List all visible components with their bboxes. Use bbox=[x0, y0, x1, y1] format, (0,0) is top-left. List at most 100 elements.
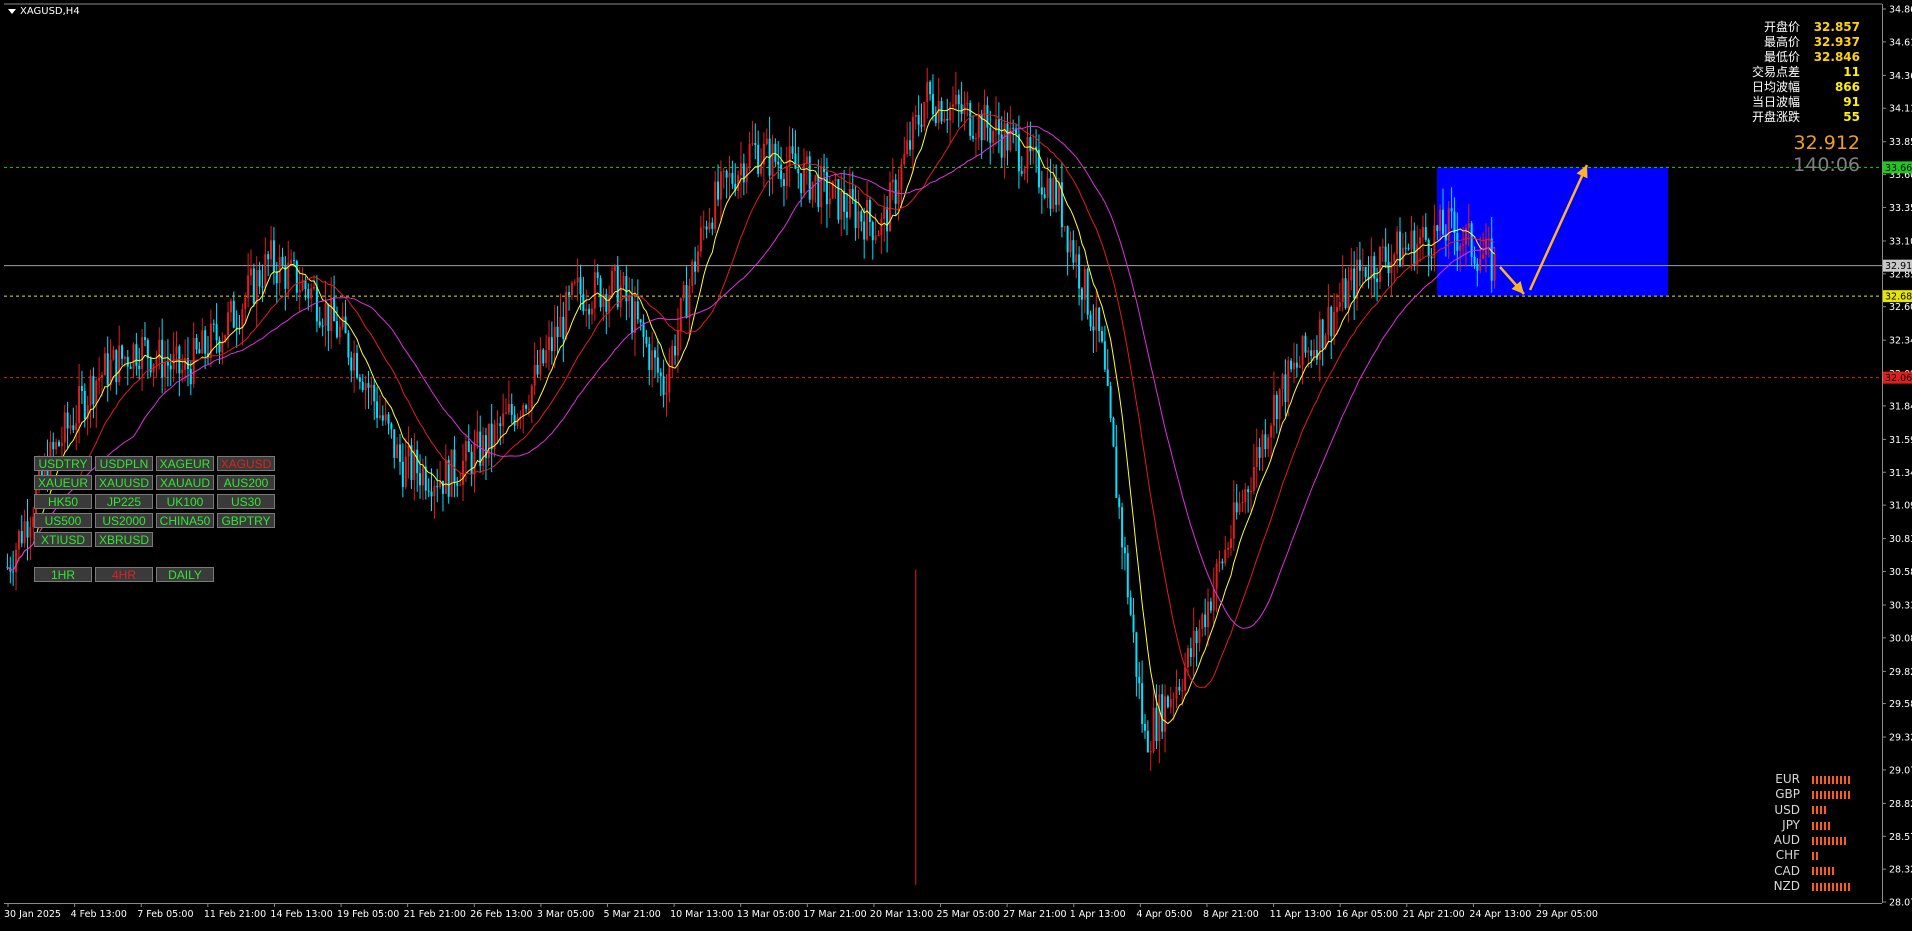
candle-body bbox=[1275, 394, 1278, 420]
symbol-button-uk100[interactable]: UK100 bbox=[156, 494, 214, 509]
currency-strength-meter: EUR GBP USD JPY AUD CHF CAD NZD bbox=[1770, 772, 1850, 894]
candle-body bbox=[115, 349, 118, 383]
candle-body bbox=[1467, 223, 1470, 229]
candle-body bbox=[1189, 648, 1192, 657]
candle-body bbox=[52, 442, 55, 450]
candle-body bbox=[227, 312, 230, 336]
price-tick-label: 28.570 bbox=[1889, 832, 1912, 843]
candle-body bbox=[636, 301, 639, 320]
candle-body bbox=[771, 143, 774, 176]
candle-body bbox=[72, 425, 75, 430]
candle-body bbox=[742, 163, 745, 183]
candle-body bbox=[1479, 258, 1482, 271]
symbol-button-xbrusd[interactable]: XBRUSD bbox=[95, 532, 153, 547]
symbol-button-xauaud[interactable]: XAUAUD bbox=[156, 475, 214, 490]
candle-body bbox=[917, 114, 920, 125]
strength-bar bbox=[1848, 775, 1850, 784]
caret-down-icon[interactable] bbox=[8, 8, 16, 14]
candle-body bbox=[539, 349, 542, 375]
candle-body bbox=[611, 270, 614, 296]
symbol-button-china50[interactable]: CHINA50 bbox=[156, 513, 214, 528]
candle-body bbox=[462, 460, 465, 485]
candle-body bbox=[920, 124, 923, 127]
symbol-button-xtiusd[interactable]: XTIUSD bbox=[34, 532, 92, 547]
candle-body bbox=[1453, 211, 1456, 233]
candle-body bbox=[711, 222, 714, 229]
candle-body bbox=[1404, 247, 1407, 249]
price-tick-label: 33.100 bbox=[1889, 236, 1912, 247]
candle-body bbox=[983, 105, 986, 141]
strength-bar bbox=[1844, 775, 1846, 784]
symbol-button-xaueur[interactable]: XAUEUR bbox=[34, 475, 92, 490]
time-tick-label: 21 Apr 21:00 bbox=[1403, 909, 1465, 920]
candle-body bbox=[1361, 266, 1364, 271]
symbol-button-xagusd[interactable]: XAGUSD bbox=[217, 456, 275, 471]
strength-bar bbox=[1816, 821, 1818, 830]
symbol-button-xageur[interactable]: XAGEUR bbox=[156, 456, 214, 471]
candle-body bbox=[1301, 335, 1304, 366]
candle-body bbox=[1258, 447, 1261, 458]
price-chart[interactable]: 34.86534.61534.36034.11033.85533.60533.3… bbox=[0, 0, 1912, 927]
timeframe-button-1hr[interactable]: 1HR bbox=[34, 567, 92, 582]
strength-bar bbox=[1832, 882, 1834, 891]
symbol-button-xauusd[interactable]: XAUUSD bbox=[95, 475, 153, 490]
price-tick-label: 30.080 bbox=[1889, 633, 1912, 644]
symbol-button-hk50[interactable]: HK50 bbox=[34, 494, 92, 509]
candle-body bbox=[1255, 447, 1258, 468]
candle-body bbox=[1358, 259, 1361, 271]
candle-body bbox=[370, 384, 373, 388]
candle-body bbox=[401, 461, 404, 488]
symbol-button-aus200[interactable]: AUS200 bbox=[217, 475, 275, 490]
strength-bar bbox=[1828, 836, 1830, 845]
candle-body bbox=[828, 198, 831, 205]
candle-body bbox=[897, 189, 900, 204]
candle-body bbox=[1232, 502, 1235, 539]
candle-body bbox=[613, 265, 616, 271]
candle-body bbox=[888, 182, 891, 232]
strength-bar bbox=[1820, 882, 1822, 891]
symbol-button-us30[interactable]: US30 bbox=[217, 494, 275, 509]
symbol-button-usdpln[interactable]: USDPLN bbox=[95, 456, 153, 471]
candle-body bbox=[696, 251, 699, 272]
candle-body bbox=[249, 268, 252, 276]
candle-body bbox=[1118, 497, 1121, 508]
strength-bars bbox=[1812, 806, 1826, 815]
strength-bar bbox=[1832, 867, 1834, 876]
candle-body bbox=[1284, 374, 1287, 402]
timeframe-button-daily[interactable]: DAILY bbox=[156, 567, 214, 582]
candle-body bbox=[121, 345, 124, 359]
time-tick-label: 11 Feb 21:00 bbox=[204, 909, 266, 920]
symbol-button-gbptry[interactable]: GBPTRY bbox=[217, 513, 275, 528]
chart-window[interactable]: 34.86534.61534.36034.11033.85533.60533.3… bbox=[0, 0, 1912, 927]
candle-body bbox=[212, 323, 215, 325]
candle-body bbox=[1413, 230, 1416, 266]
candle-body bbox=[562, 316, 565, 339]
candle-body bbox=[780, 164, 783, 180]
symbol-button-jp225[interactable]: JP225 bbox=[95, 494, 153, 509]
candle-body bbox=[814, 175, 817, 182]
strength-bar bbox=[1812, 882, 1814, 891]
time-tick-label: 1 Apr 13:00 bbox=[1070, 909, 1126, 920]
strength-bar bbox=[1840, 790, 1842, 799]
candle-body bbox=[674, 345, 677, 356]
candle-body bbox=[204, 330, 207, 354]
info-row: 开盘涨跌 55 bbox=[1740, 110, 1860, 125]
candle-body bbox=[247, 275, 250, 299]
time-tick-label: 21 Feb 21:00 bbox=[404, 909, 466, 920]
candle-body bbox=[1235, 502, 1238, 513]
candle-body bbox=[1396, 231, 1399, 255]
candle-body bbox=[384, 414, 387, 421]
candle-body bbox=[444, 459, 447, 494]
candle-body bbox=[1003, 123, 1006, 158]
strength-bars bbox=[1812, 775, 1850, 784]
symbol-button-us2000[interactable]: US2000 bbox=[95, 513, 153, 528]
symbol-button-usdtry[interactable]: USDTRY bbox=[34, 456, 92, 471]
candle-body bbox=[608, 295, 611, 312]
candle-body bbox=[946, 118, 949, 121]
candle-body bbox=[92, 375, 95, 405]
timeframe-button-4hr[interactable]: 4HR bbox=[95, 567, 153, 582]
candle-body bbox=[525, 405, 528, 409]
symbol-button-us500[interactable]: US500 bbox=[34, 513, 92, 528]
candle-body bbox=[705, 226, 708, 230]
candle-body bbox=[264, 254, 267, 288]
